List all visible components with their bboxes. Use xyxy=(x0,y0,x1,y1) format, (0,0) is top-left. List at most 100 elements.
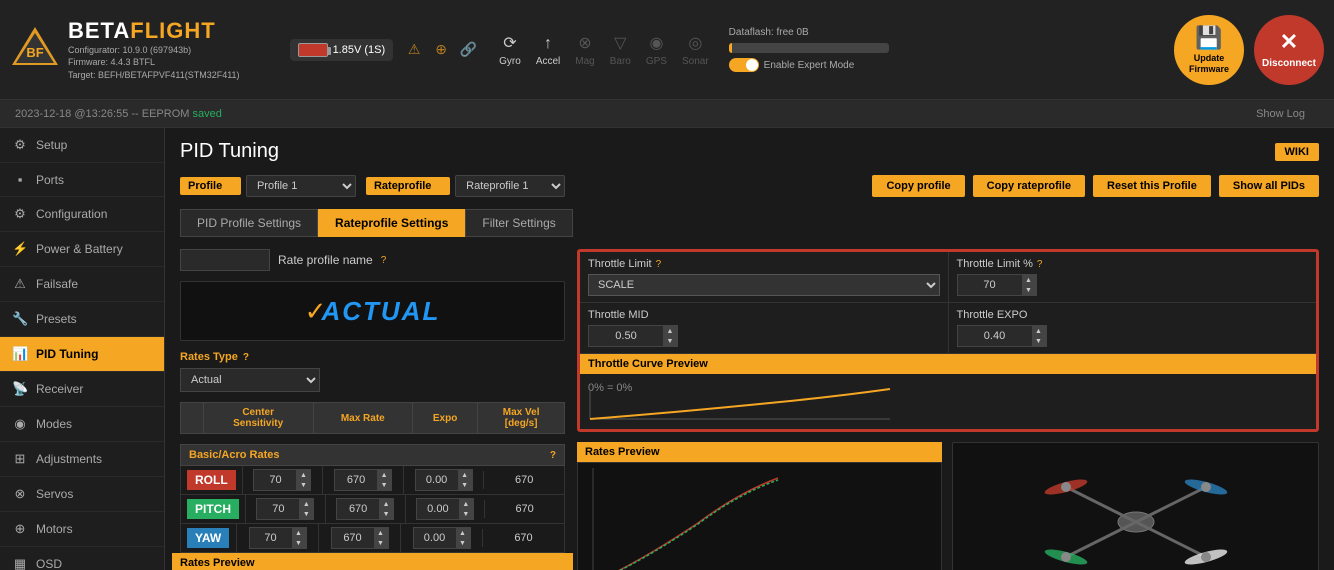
throttle-limit-percent-help-icon[interactable]: ? xyxy=(1037,259,1043,270)
sidebar-item-pid-label: PID Tuning xyxy=(36,347,98,361)
throttle-limit-percent-input[interactable] xyxy=(958,277,1022,293)
copy-profile-button[interactable]: Copy profile xyxy=(872,175,964,197)
sidebar-item-setup[interactable]: ⚙ Setup xyxy=(0,128,164,163)
sidebar-item-motors[interactable]: ⊕ Motors xyxy=(0,512,164,547)
pitch-expo-spin[interactable]: ▲ ▼ xyxy=(416,498,474,520)
yaw-center-up[interactable]: ▲ xyxy=(292,528,306,538)
throttle-expo-spin[interactable]: ▲ ▼ xyxy=(957,325,1047,347)
reset-profile-button[interactable]: Reset this Profile xyxy=(1093,175,1211,197)
disconnect-button[interactable]: ✕ Disconnect xyxy=(1254,15,1324,85)
sidebar-item-receiver[interactable]: 📡 Receiver xyxy=(0,372,164,407)
throttle-limit-percent-spin[interactable]: ▲ ▼ xyxy=(957,274,1037,296)
sidebar-item-failsafe[interactable]: ⚠ Failsafe xyxy=(0,267,164,302)
throttle-mid-down[interactable]: ▼ xyxy=(663,336,677,346)
update-firmware-button[interactable]: 💾 Update Firmware xyxy=(1174,15,1244,85)
yaw-expo[interactable]: ▲ ▼ xyxy=(400,524,482,552)
copy-rateprofile-button[interactable]: Copy rateprofile xyxy=(973,175,1085,197)
yaw-center-sensitivity[interactable]: ▲ ▼ xyxy=(236,524,318,552)
sidebar-item-pid-tuning[interactable]: 📊 PID Tuning xyxy=(0,337,164,372)
yaw-center-input[interactable] xyxy=(250,530,292,546)
yaw-max-rate-up[interactable]: ▲ xyxy=(374,528,388,538)
throttle-mid-up[interactable]: ▲ xyxy=(663,326,677,336)
pitch-center-up[interactable]: ▲ xyxy=(299,499,313,509)
roll-max-rate-spin[interactable]: ▲ ▼ xyxy=(334,469,392,491)
pitch-expo-up[interactable]: ▲ xyxy=(459,499,473,509)
rateprofile-help-icon[interactable]: ? xyxy=(435,180,442,192)
sidebar-item-presets[interactable]: 🔧 Presets xyxy=(0,302,164,337)
throttle-mid-input[interactable] xyxy=(589,328,663,344)
yaw-expo-down[interactable]: ▼ xyxy=(456,538,470,548)
roll-expo-spin[interactable]: ▲ ▼ xyxy=(415,469,473,491)
pitch-max-rate-down[interactable]: ▼ xyxy=(379,509,393,519)
roll-expo-input[interactable] xyxy=(416,472,458,488)
throttle-expo-down[interactable]: ▼ xyxy=(1032,336,1046,346)
sidebar-item-osd[interactable]: ▦ OSD xyxy=(0,547,164,570)
rates-preview-help-icon[interactable]: ? xyxy=(559,557,565,569)
roll-center-input[interactable] xyxy=(254,472,296,488)
roll-center-down[interactable]: ▼ xyxy=(296,480,310,490)
roll-max-rate-input[interactable] xyxy=(335,472,377,488)
battery-bar-icon xyxy=(298,43,328,57)
rate-name-help-icon[interactable]: ? xyxy=(381,255,387,266)
roll-label: ROLL xyxy=(187,470,236,490)
sidebar-item-configuration[interactable]: ⚙ Configuration xyxy=(0,197,164,232)
show-all-pids-button[interactable]: Show all PIDs xyxy=(1219,175,1319,197)
roll-max-rate[interactable]: ▲ ▼ xyxy=(322,466,403,494)
show-log-button[interactable]: Show Log xyxy=(1242,103,1319,125)
pitch-row: PITCH ▲ ▼ xyxy=(180,495,565,524)
roll-expo-up[interactable]: ▲ xyxy=(458,470,472,480)
throttle-limit-percent-up[interactable]: ▲ xyxy=(1022,275,1036,285)
profile-select[interactable]: Profile 1 xyxy=(246,175,356,197)
profile-help-icon[interactable]: ? xyxy=(226,180,233,192)
tab-pid-profile-settings[interactable]: PID Profile Settings xyxy=(180,209,318,237)
roll-max-rate-up[interactable]: ▲ xyxy=(377,470,391,480)
throttle-mid-spin[interactable]: ▲ ▼ xyxy=(588,325,678,347)
pitch-center-spin[interactable]: ▲ ▼ xyxy=(256,498,314,520)
basic-acro-help-icon[interactable]: ? xyxy=(550,450,556,461)
roll-expo[interactable]: ▲ ▼ xyxy=(403,466,484,494)
sidebar-item-adjustments[interactable]: ⊞ Adjustments xyxy=(0,442,164,477)
expert-mode-switch[interactable] xyxy=(729,58,759,72)
pitch-max-rate[interactable]: ▲ ▼ xyxy=(325,495,405,523)
yaw-expo-spin[interactable]: ▲ ▼ xyxy=(413,527,471,549)
pitch-center-down[interactable]: ▼ xyxy=(299,509,313,519)
yaw-max-rate[interactable]: ▲ ▼ xyxy=(318,524,400,552)
pitch-expo-down[interactable]: ▼ xyxy=(459,509,473,519)
pitch-center-input[interactable] xyxy=(257,501,299,517)
pitch-expo[interactable]: ▲ ▼ xyxy=(405,495,485,523)
throttle-expo-input[interactable] xyxy=(958,328,1032,344)
roll-center-up[interactable]: ▲ xyxy=(296,470,310,480)
throttle-limit-select[interactable]: SCALE CLIP OFF xyxy=(588,274,940,296)
pitch-max-rate-input[interactable] xyxy=(337,501,379,517)
throttle-limit-help-icon[interactable]: ? xyxy=(656,259,662,270)
tab-filter-settings[interactable]: Filter Settings xyxy=(465,209,572,237)
sidebar-item-ports[interactable]: ▪ Ports xyxy=(0,163,164,197)
pitch-max-rate-up[interactable]: ▲ xyxy=(379,499,393,509)
roll-center-spin[interactable]: ▲ ▼ xyxy=(253,469,311,491)
yaw-center-spin[interactable]: ▲ ▼ xyxy=(249,527,307,549)
roll-max-rate-down[interactable]: ▼ xyxy=(377,480,391,490)
yaw-max-rate-down[interactable]: ▼ xyxy=(374,538,388,548)
wiki-button[interactable]: WIKI xyxy=(1275,143,1319,161)
pitch-max-rate-spin[interactable]: ▲ ▼ xyxy=(336,498,394,520)
throttle-expo-up[interactable]: ▲ xyxy=(1032,326,1046,336)
rateprofile-select[interactable]: Rateprofile 1 xyxy=(455,175,565,197)
yaw-expo-up[interactable]: ▲ xyxy=(456,528,470,538)
sidebar-item-power-battery[interactable]: ⚡ Power & Battery xyxy=(0,232,164,267)
yaw-expo-input[interactable] xyxy=(414,530,456,546)
rate-name-input[interactable] xyxy=(180,249,270,271)
throttle-limit-percent-down[interactable]: ▼ xyxy=(1022,285,1036,295)
rates-type-select[interactable]: Actual Betaflight Raceflight Kiss xyxy=(180,368,320,392)
rates-type-help-icon[interactable]: ? xyxy=(243,352,249,363)
tab-rateprofile-settings[interactable]: Rateprofile Settings xyxy=(318,209,465,237)
yaw-max-rate-input[interactable] xyxy=(332,530,374,546)
yaw-center-down[interactable]: ▼ xyxy=(292,538,306,548)
roll-center-sensitivity[interactable]: ▲ ▼ xyxy=(242,466,323,494)
pitch-expo-input[interactable] xyxy=(417,501,459,517)
pitch-center-sensitivity[interactable]: ▲ ▼ xyxy=(245,495,325,523)
yaw-max-rate-spin[interactable]: ▲ ▼ xyxy=(331,527,389,549)
sidebar-item-servos[interactable]: ⊗ Servos xyxy=(0,477,164,512)
sidebar-item-modes[interactable]: ◉ Modes xyxy=(0,407,164,442)
roll-expo-down[interactable]: ▼ xyxy=(458,480,472,490)
expert-mode-toggle[interactable]: Enable Expert Mode xyxy=(729,58,889,72)
